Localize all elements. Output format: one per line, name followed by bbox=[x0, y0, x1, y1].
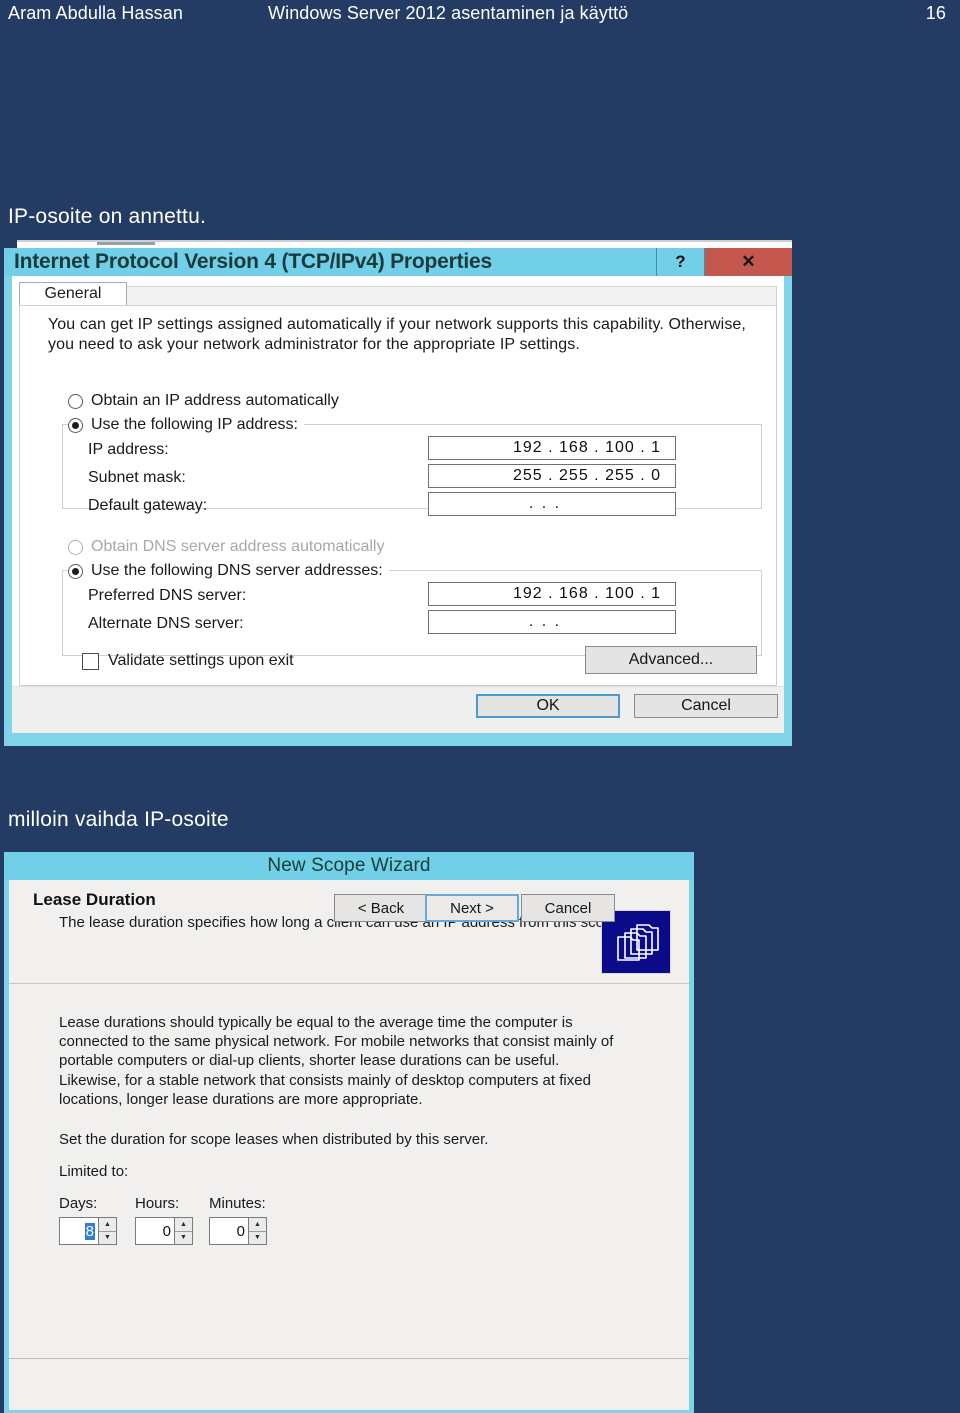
radio-use-following-dns[interactable]: Use the following DNS server addresses: bbox=[68, 562, 389, 580]
hours-stepper-arrows[interactable]: ▲ ▼ bbox=[174, 1218, 192, 1244]
header-author: Aram Abdulla Hassan bbox=[8, 3, 183, 23]
spin-up-icon[interactable]: ▲ bbox=[249, 1218, 266, 1232]
radio-icon bbox=[68, 539, 83, 555]
page-number: 16 bbox=[925, 3, 946, 23]
tab-general[interactable]: General bbox=[19, 282, 127, 306]
tab-page-general: You can get IP settings assigned automat… bbox=[19, 305, 777, 686]
radio-icon-selected bbox=[68, 417, 83, 433]
minutes-value[interactable]: 0 bbox=[210, 1218, 248, 1244]
spin-down-icon[interactable]: ▼ bbox=[249, 1232, 266, 1245]
spin-up-icon[interactable]: ▲ bbox=[175, 1218, 192, 1232]
radio-label: Obtain an IP address automatically bbox=[91, 392, 339, 409]
label-ip-address: IP address: bbox=[88, 441, 169, 458]
tab-strip: General bbox=[19, 282, 777, 306]
wizard-window-title: New Scope Wizard bbox=[267, 855, 431, 876]
spin-down-icon[interactable]: ▼ bbox=[175, 1232, 192, 1245]
label-subnet-mask: Subnet mask: bbox=[88, 469, 186, 486]
days-stepper[interactable]: 8 ▲ ▼ bbox=[59, 1217, 117, 1245]
input-subnet-mask[interactable]: 255 . 255 . 255 . 0 bbox=[428, 464, 676, 488]
radio-icon-selected bbox=[68, 563, 83, 579]
wizard-content: Lease durations should typically be equa… bbox=[9, 983, 689, 1358]
hours-stepper[interactable]: 0 ▲ ▼ bbox=[135, 1217, 193, 1245]
ok-button[interactable]: OK bbox=[476, 694, 620, 718]
limited-to-label: Limited to: bbox=[59, 1163, 129, 1180]
intro-text: You can get IP settings assigned automat… bbox=[48, 316, 746, 353]
hours-spinner-group: Hours: 0 ▲ ▼ bbox=[135, 1195, 193, 1245]
minutes-spinner-group: Minutes: 0 ▲ ▼ bbox=[209, 1195, 267, 1245]
ipv4-titlebar: Internet Protocol Version 4 (TCP/IPv4) P… bbox=[4, 248, 792, 276]
checkbox-validate-settings[interactable]: Validate settings upon exit bbox=[82, 652, 294, 670]
radio-icon bbox=[68, 393, 83, 409]
radio-label: Use the following DNS server addresses: bbox=[91, 562, 383, 579]
wizard-titlebar: New Scope Wizard bbox=[4, 852, 694, 880]
minutes-stepper-arrows[interactable]: ▲ ▼ bbox=[248, 1218, 266, 1244]
spin-up-icon[interactable]: ▲ bbox=[99, 1218, 116, 1232]
input-ip-address[interactable]: 192 . 168 . 100 . 1 bbox=[428, 436, 676, 460]
input-alternate-dns[interactable]: . . . bbox=[428, 610, 676, 634]
ipv4-properties-window: Internet Protocol Version 4 (TCP/IPv4) P… bbox=[4, 248, 792, 746]
hours-label: Hours: bbox=[135, 1195, 180, 1212]
advanced-button[interactable]: Advanced... bbox=[585, 646, 757, 674]
days-label: Days: bbox=[59, 1195, 98, 1212]
days-value[interactable]: 8 bbox=[60, 1218, 98, 1244]
radio-obtain-dns-automatically[interactable]: Obtain DNS server address automatically bbox=[68, 538, 384, 556]
background-window-nub bbox=[97, 242, 155, 245]
new-scope-wizard-window: New Scope Wizard Lease Duration The leas… bbox=[4, 852, 694, 1413]
next-button[interactable]: Next > bbox=[425, 894, 519, 922]
caption-when-change-ip: milloin vaihda IP-osoite bbox=[8, 808, 229, 831]
lease-duration-paragraph: Lease durations should typically be equa… bbox=[59, 1014, 614, 1108]
radio-label: Obtain DNS server address automatically bbox=[91, 538, 385, 555]
radio-label: Use the following IP address: bbox=[91, 416, 298, 433]
spin-down-icon[interactable]: ▼ bbox=[99, 1232, 116, 1245]
ipv4-dialog-body: General You can get IP settings assigned… bbox=[12, 276, 784, 733]
wizard-body: Lease Duration The lease duration specif… bbox=[9, 880, 689, 1410]
label-default-gateway: Default gateway: bbox=[88, 497, 208, 514]
tab-strip-filler bbox=[127, 286, 777, 306]
back-button[interactable]: < Back bbox=[334, 894, 428, 922]
close-icon[interactable]: ✕ bbox=[704, 248, 792, 276]
page-header: Aram Abdulla Hassan Windows Server 2012 … bbox=[0, 0, 960, 30]
checkbox-icon bbox=[82, 652, 99, 670]
wizard-footer bbox=[9, 1358, 689, 1410]
cancel-button[interactable]: Cancel bbox=[634, 694, 778, 718]
set-duration-text: Set the duration for scope leases when d… bbox=[59, 1131, 489, 1148]
minutes-label: Minutes: bbox=[209, 1195, 266, 1212]
wizard-cancel-button[interactable]: Cancel bbox=[521, 894, 615, 922]
ipv4-window-title: Internet Protocol Version 4 (TCP/IPv4) P… bbox=[14, 250, 492, 273]
input-default-gateway[interactable]: . . . bbox=[428, 492, 676, 516]
caption-ip-assigned: IP-osoite on annettu. bbox=[8, 205, 206, 228]
radio-obtain-ip-automatically[interactable]: Obtain an IP address automatically bbox=[68, 392, 339, 410]
input-preferred-dns[interactable]: 192 . 168 . 100 . 1 bbox=[428, 582, 676, 606]
days-spinner-group: Days: 8 ▲ ▼ bbox=[59, 1195, 117, 1245]
days-value-text: 8 bbox=[84, 1222, 95, 1240]
radio-use-following-ip[interactable]: Use the following IP address: bbox=[68, 416, 304, 434]
checkbox-label: Validate settings upon exit bbox=[108, 652, 294, 669]
header-doc-title: Windows Server 2012 asentaminen ja käytt… bbox=[268, 3, 629, 23]
label-alternate-dns: Alternate DNS server: bbox=[88, 615, 244, 632]
label-preferred-dns: Preferred DNS server: bbox=[88, 587, 247, 604]
minutes-stepper[interactable]: 0 ▲ ▼ bbox=[209, 1217, 267, 1245]
help-icon[interactable]: ? bbox=[656, 248, 704, 276]
days-stepper-arrows[interactable]: ▲ ▼ bbox=[98, 1218, 116, 1244]
hours-value[interactable]: 0 bbox=[136, 1218, 174, 1244]
wizard-page-title: Lease Duration bbox=[33, 890, 156, 909]
